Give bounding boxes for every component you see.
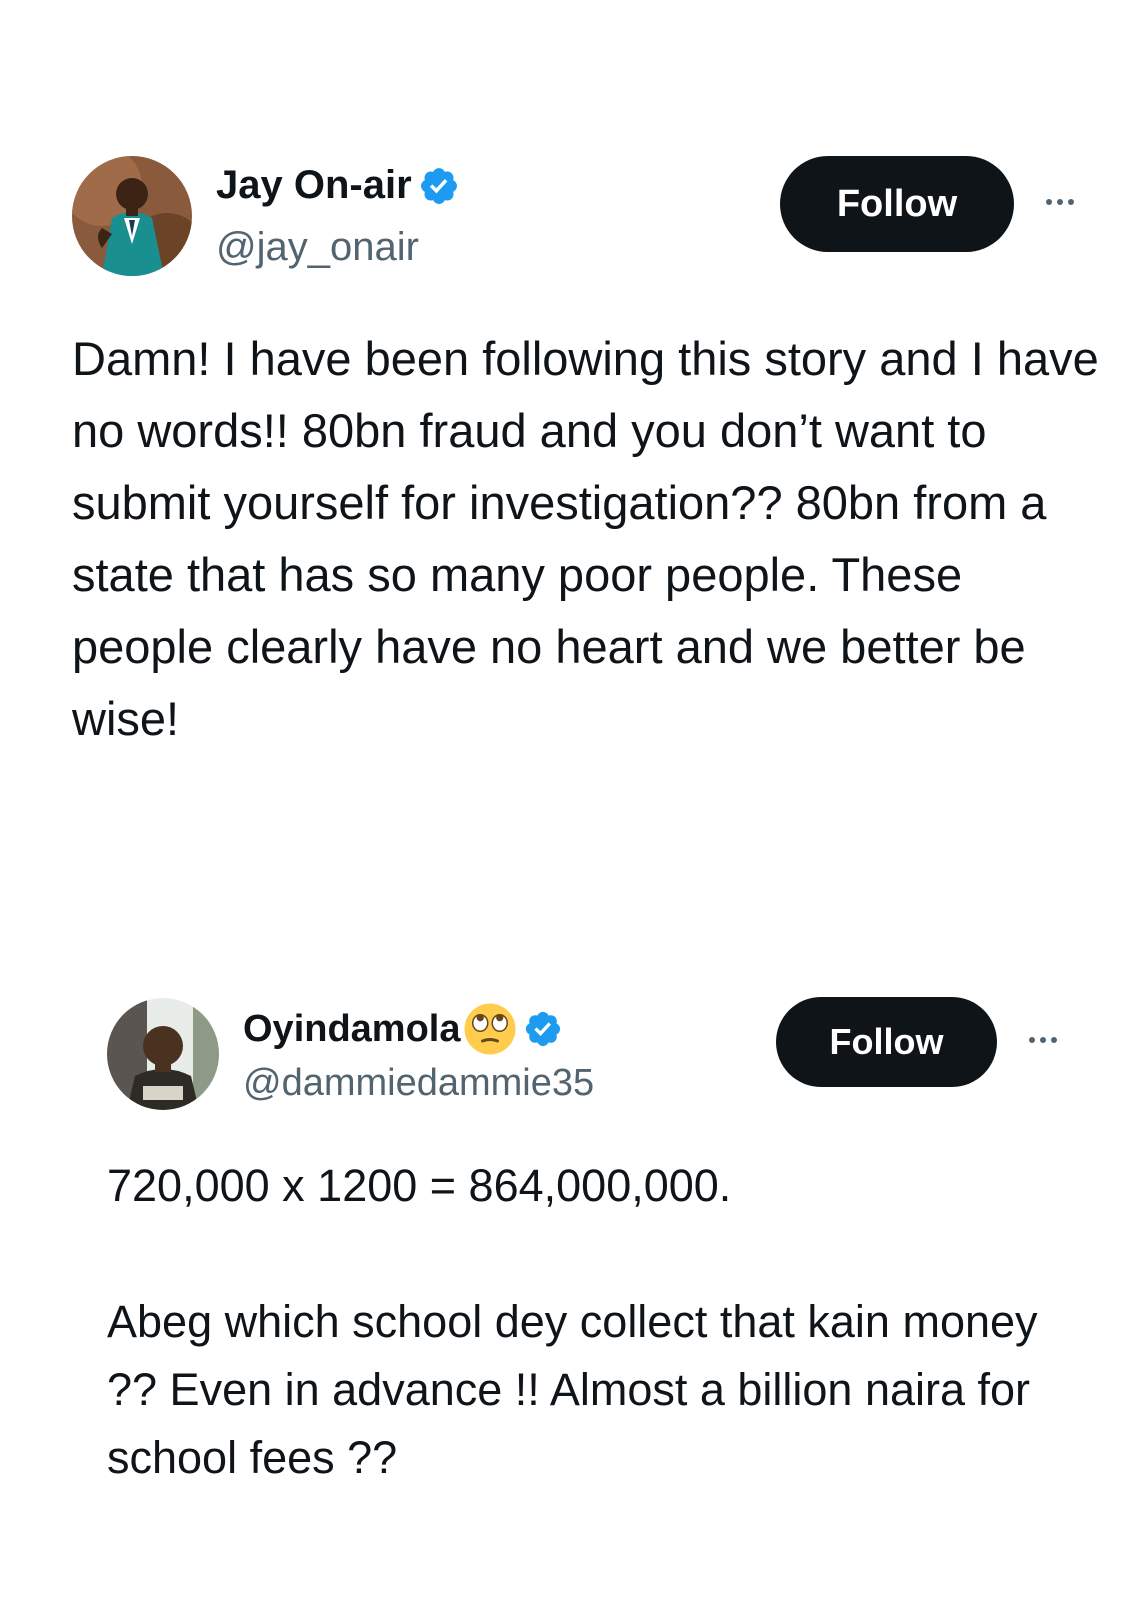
verified-badge-icon xyxy=(523,1009,563,1049)
follow-button[interactable]: Follow xyxy=(780,156,1014,252)
user-name-row: Jay On-air xyxy=(216,163,460,208)
follow-button[interactable]: Follow xyxy=(776,997,997,1087)
tweet-jay-onair: Jay On-air @jay_onair Follow Damn! I hav… xyxy=(0,0,1131,800)
display-name[interactable]: Oyindamola xyxy=(243,1008,461,1051)
tweet-text: Damn! I have been following this story a… xyxy=(72,332,1099,745)
tweet-oyindamola: Oyindamola @dammiedammie35 Follow 720,00… xyxy=(0,980,1131,1580)
tweet-text: 720,000 x 1200 = 864,000,000. Abeg which… xyxy=(107,1160,1038,1483)
user-handle[interactable]: @dammiedammie35 xyxy=(243,1062,594,1105)
display-name[interactable]: Jay On-air xyxy=(216,163,412,208)
avatar-photo xyxy=(107,998,219,1110)
screenshot-page: Jay On-air @jay_onair Follow Damn! I hav… xyxy=(0,0,1131,1600)
user-name-row: Oyindamola xyxy=(243,1002,563,1056)
avatar-photo xyxy=(72,156,192,276)
verified-badge-icon xyxy=(418,165,460,207)
more-options-icon[interactable] xyxy=(1029,1037,1057,1043)
user-handle[interactable]: @jay_onair xyxy=(216,225,419,270)
more-options-icon[interactable] xyxy=(1046,199,1074,205)
avatar[interactable] xyxy=(72,156,192,276)
avatar[interactable] xyxy=(107,998,219,1110)
face-with-rolling-eyes-emoji-icon xyxy=(463,1002,517,1056)
